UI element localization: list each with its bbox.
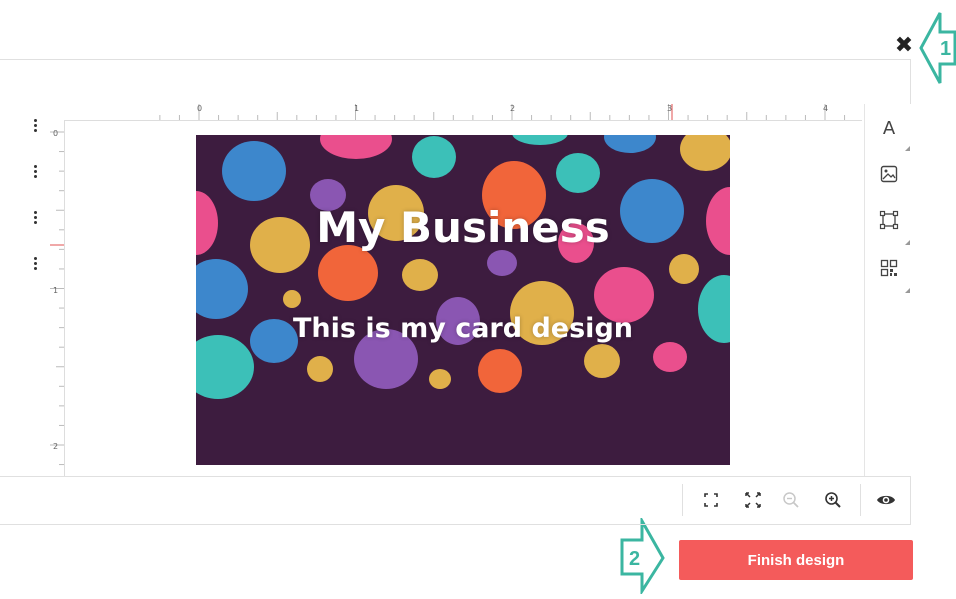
- qr-submenu-indicator: [905, 288, 910, 293]
- layer-menu-button[interactable]: [29, 211, 41, 229]
- zoom-out-button[interactable]: [777, 486, 805, 514]
- panel-top-divider: [0, 59, 910, 60]
- preview-eye-icon: [877, 495, 895, 505]
- preview-button[interactable]: [872, 486, 900, 514]
- finish-design-button[interactable]: Finish design: [679, 540, 913, 580]
- card-subtitle[interactable]: This is my card design: [196, 313, 730, 344]
- layer-menu-button[interactable]: [29, 257, 41, 275]
- toolbar-separator: [682, 484, 683, 516]
- add-shape-button[interactable]: [877, 208, 901, 232]
- fit-to-screen-icon: [704, 493, 718, 507]
- callout-number: 2: [629, 548, 641, 570]
- bottom-toolbar-top-divider: [0, 476, 910, 477]
- layer-menu-button[interactable]: [29, 119, 41, 137]
- polka-dot-background: [196, 135, 730, 399]
- zoom-in-button[interactable]: [819, 486, 847, 514]
- callout-arrow-icon: [620, 515, 665, 597]
- fit-to-screen-button[interactable]: [697, 486, 725, 514]
- vertical-ruler: 0 1 2: [50, 120, 65, 476]
- card-title[interactable]: My Business: [196, 203, 730, 252]
- qr-code-icon: [880, 259, 898, 277]
- add-image-button[interactable]: [877, 162, 901, 186]
- ruler-label: 2: [510, 104, 516, 113]
- shape-icon: [879, 210, 899, 230]
- fullscreen-icon: [745, 492, 761, 508]
- ruler-label: 4: [823, 104, 829, 113]
- element-toolbar: A: [864, 104, 911, 476]
- layer-menu-button[interactable]: [29, 165, 41, 183]
- toolbar-separator: [860, 484, 861, 516]
- ruler-label: 0: [197, 104, 203, 113]
- image-icon: [880, 165, 898, 183]
- close-button[interactable]: ✖: [892, 34, 916, 58]
- business-card-canvas[interactable]: My Business This is my card design: [196, 135, 730, 465]
- fullscreen-button[interactable]: [739, 486, 767, 514]
- add-text-button[interactable]: A: [877, 116, 901, 140]
- shape-submenu-indicator: [905, 240, 910, 245]
- zoom-in-icon: [825, 492, 841, 508]
- callout-2: 2: [620, 515, 666, 597]
- ruler-label: 3: [667, 104, 673, 113]
- text-submenu-indicator: [905, 146, 910, 151]
- callout-number: 1: [940, 38, 952, 60]
- ruler-label: 0: [53, 129, 59, 138]
- ruler-label: 1: [53, 286, 59, 295]
- zoom-out-icon: [783, 492, 799, 508]
- horizontal-ruler: 0 1 2 3 4: [50, 104, 862, 121]
- close-icon: ✖: [894, 33, 914, 58]
- ruler-label: 2: [53, 442, 59, 451]
- add-qr-code-button[interactable]: [877, 256, 901, 280]
- bottom-toolbar-bottom-divider: [0, 524, 910, 525]
- ruler-label: 1: [354, 104, 360, 113]
- callout-1: 1: [918, 8, 956, 88]
- text-icon: A: [882, 117, 896, 139]
